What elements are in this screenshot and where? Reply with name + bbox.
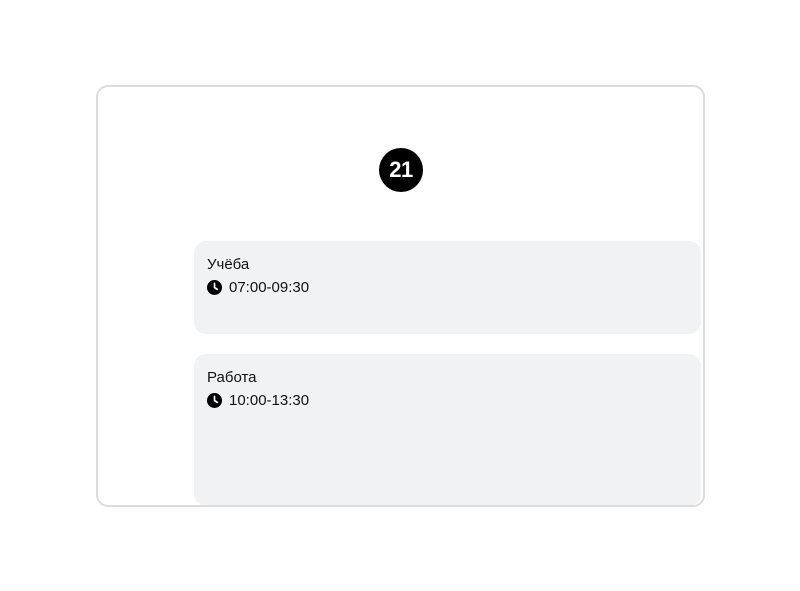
event-time: 10:00-13:30 [229, 391, 310, 409]
event-time-row: 07:00-09:30 [207, 277, 701, 297]
event-time: 07:00-09:30 [229, 278, 310, 296]
event-time-row: 10:00-13:30 [207, 390, 701, 410]
day-view-panel: 21 Учёба 07:00-09:30 Работа 10:00-13:30 [96, 85, 705, 507]
event-card[interactable]: Работа 10:00-13:30 [194, 354, 701, 505]
day-number-badge[interactable]: 21 [379, 148, 423, 192]
clock-icon [207, 392, 222, 408]
clock-icon [207, 279, 222, 295]
event-card[interactable]: Учёба 07:00-09:30 [194, 241, 701, 334]
event-title: Учёба [207, 256, 250, 273]
event-title: Работа [207, 369, 257, 386]
